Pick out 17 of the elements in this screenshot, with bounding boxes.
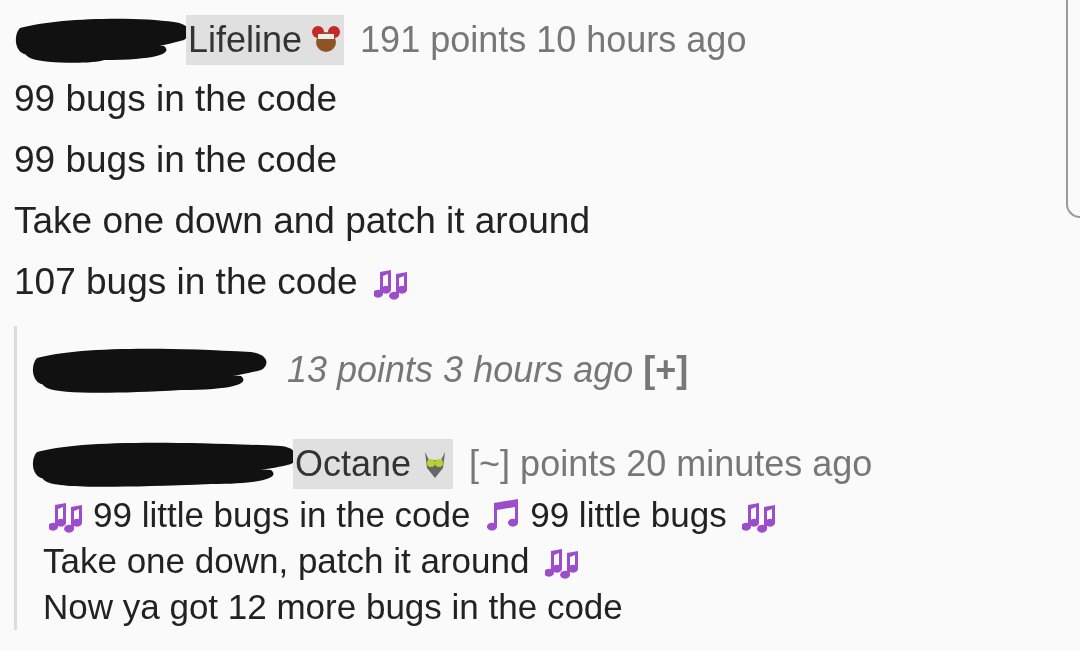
comment-text: Take one down and patch it around: [14, 200, 590, 241]
comment-time: 3 hours ago: [443, 348, 634, 392]
comment-text: 99 little bugs: [530, 495, 727, 534]
comment-text: 107 bugs in the code: [14, 261, 358, 302]
comment-time: 10 hours ago: [536, 18, 747, 62]
comment-time: 20 minutes ago: [626, 442, 873, 486]
comment-text: 99 bugs in the code: [14, 139, 337, 180]
comment-text: Take one down, patch it around: [43, 541, 530, 580]
comment-text: Now ya got 12 more bugs in the code: [43, 587, 623, 626]
expand-toggle[interactable]: [+]: [643, 343, 689, 397]
comment-text: 99 bugs in the code: [14, 78, 337, 119]
comment-score: 191 points: [360, 18, 527, 62]
user-flair: Lifeline: [186, 15, 345, 65]
comment-text: 99 little bugs in the code: [93, 495, 471, 534]
comment-score: 13 points: [287, 348, 434, 392]
user-flair: Octane: [293, 439, 454, 489]
comment-score: [~] points: [469, 442, 617, 486]
